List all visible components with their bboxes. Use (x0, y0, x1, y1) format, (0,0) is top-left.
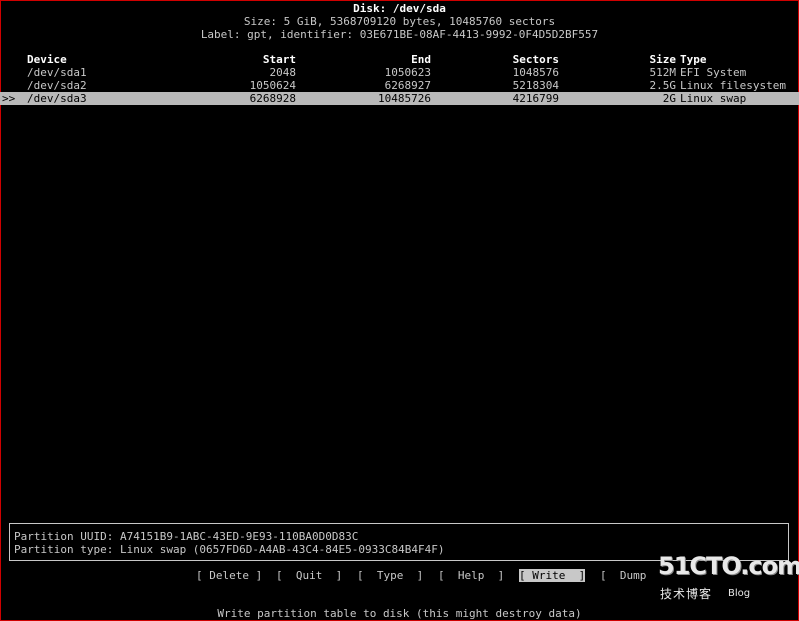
row-end: 1050623 (384, 66, 431, 79)
row-start: 2048 (269, 66, 297, 79)
row-end: 10485726 (378, 92, 431, 105)
write-button[interactable]: [ Write ] (519, 569, 586, 582)
watermark-url: Blog (728, 588, 751, 599)
row-size: 2.5G (649, 79, 677, 92)
table-row-selected[interactable]: >> /dev/sda3 6268928 10485726 4216799 2G… (0, 92, 799, 105)
row-type: EFI System (680, 66, 747, 79)
row-marker (2, 79, 24, 92)
column-header-end: End (411, 53, 431, 66)
row-device: /dev/sda1 (27, 66, 87, 79)
disk-label: Label: gpt, identifier: 03E671BE-08AF-44… (200, 28, 599, 41)
row-marker: >> (2, 92, 16, 105)
row-marker (2, 66, 24, 79)
table-header: Device Start End Sectors Size Type (0, 53, 799, 66)
column-header-start: Start (262, 53, 296, 66)
watermark-brand: 51CTO.com (658, 552, 799, 580)
partition-uuid: Partition UUID: A74151B9-1ABC-43ED-9E93-… (14, 530, 359, 543)
disk-title: Disk: /dev/sda (353, 2, 446, 15)
type-button[interactable]: [ Type ] (357, 569, 423, 582)
watermark-logo: 51CTO.com 技术博客 Blog (658, 552, 799, 610)
disk-size: Size: 5 GiB, 5368709120 bytes, 10485760 … (243, 15, 556, 28)
row-start: 1050624 (249, 79, 296, 92)
table-row[interactable]: /dev/sda2 1050624 6268927 5218304 2.5G L… (0, 79, 799, 92)
column-header-size: Size (649, 53, 677, 66)
row-start: 6268928 (249, 92, 296, 105)
delete-button[interactable]: [ Delete ] (196, 569, 262, 582)
column-header-type: Type (680, 53, 707, 66)
quit-button[interactable]: [ Quit ] (276, 569, 342, 582)
column-header-device: Device (27, 53, 67, 66)
row-type: Linux swap (680, 92, 747, 105)
partition-type: Partition type: Linux swap (0657FD6D-A4A… (14, 543, 445, 556)
row-sectors: 4216799 (512, 92, 559, 105)
row-device: /dev/sda3 (27, 92, 87, 105)
row-end: 6268927 (384, 79, 431, 92)
row-type: Linux filesystem (680, 79, 786, 92)
row-sectors: 1048576 (512, 66, 559, 79)
table-row[interactable]: /dev/sda1 2048 1050623 1048576 512M EFI … (0, 66, 799, 79)
row-sectors: 5218304 (512, 79, 559, 92)
column-header-sectors: Sectors (512, 53, 559, 66)
row-device: /dev/sda2 (27, 79, 87, 92)
row-size: 512M (649, 66, 677, 79)
row-size: 2G (662, 92, 676, 105)
dump-button[interactable]: [ Dump (600, 569, 646, 582)
help-button[interactable]: [ Help ] (438, 569, 504, 582)
watermark-sub: 技术博客 (660, 587, 713, 601)
